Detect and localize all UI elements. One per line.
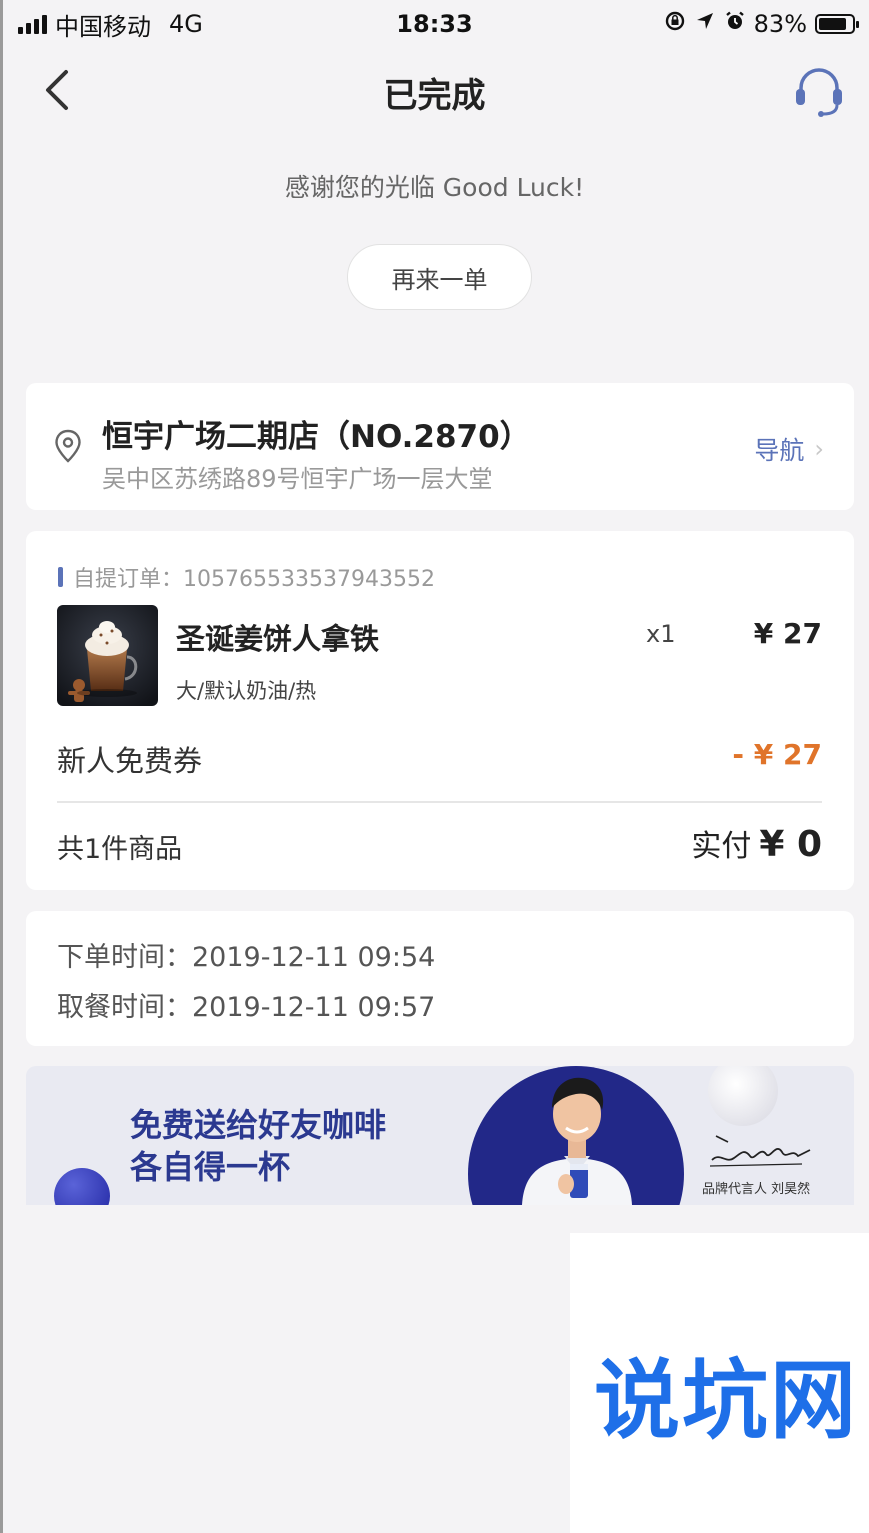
product-spec: 大/默认奶油/热 bbox=[176, 679, 317, 703]
order-card: 自提订单：105765533537943552 圣诞姜饼人拿铁 大/默认奶油/热… bbox=[26, 531, 854, 890]
order-time-label: 下单时间： bbox=[57, 942, 192, 973]
accent-bar bbox=[58, 567, 63, 587]
store-name: 恒宇广场二期店（NO.2870） bbox=[102, 419, 531, 455]
ambassador-photo bbox=[522, 1077, 632, 1205]
page-title: 已完成 bbox=[383, 76, 486, 116]
product-quantity: x1 bbox=[646, 620, 676, 648]
coupon-label: 新人免费券 bbox=[57, 744, 203, 778]
navigate-link[interactable]: 导航 › bbox=[754, 431, 824, 467]
lock-rotation-icon bbox=[664, 10, 686, 38]
coupon-discount: - ¥ 27 bbox=[732, 738, 822, 771]
status-bar: 中国移动 4G 18:33 83% bbox=[0, 0, 869, 48]
location-arrow-icon bbox=[694, 10, 716, 38]
product-price: ¥ 27 bbox=[753, 617, 822, 650]
pickup-time-label: 取餐时间： bbox=[57, 992, 192, 1023]
battery-level bbox=[819, 18, 846, 30]
battery-icon bbox=[815, 14, 859, 34]
reorder-button[interactable]: 再来一单 bbox=[347, 244, 532, 310]
navigate-label: 导航 bbox=[754, 436, 805, 465]
signature-mark bbox=[709, 1135, 811, 1167]
battery-percent: 83% bbox=[753, 10, 807, 38]
promo-banner[interactable]: 免费送给好友咖啡 各自得一杯 品牌代言人 刘昊然 bbox=[26, 1066, 854, 1205]
network-label: 4G bbox=[169, 10, 203, 38]
status-left: 中国移动 4G bbox=[18, 7, 203, 42]
pickup-time-value: 2019-12-11 09:57 bbox=[192, 992, 436, 1023]
decorative-white-ball bbox=[708, 1066, 778, 1126]
product-image bbox=[57, 605, 158, 706]
watermark-text: 说坑网 bbox=[594, 1351, 858, 1451]
time-card: 下单时间：2019-12-11 09:54 取餐时间：2019-12-11 09… bbox=[26, 911, 854, 1046]
ambassador-caption: 品牌代言人 刘昊然 bbox=[702, 1182, 811, 1197]
headset-icon bbox=[796, 68, 842, 117]
item-count: 共1件商品 bbox=[57, 834, 183, 865]
signal-icon bbox=[18, 14, 47, 34]
status-right: 83% bbox=[664, 10, 859, 38]
divider bbox=[57, 801, 822, 803]
order-type-label: 自提订单： bbox=[73, 567, 184, 592]
customer-service-button[interactable] bbox=[793, 64, 845, 118]
decorative-ball bbox=[54, 1168, 110, 1205]
paid-label: 实付 bbox=[691, 829, 752, 864]
carrier-label: 中国移动 bbox=[55, 12, 151, 41]
location-pin-icon bbox=[55, 429, 81, 463]
thanks-message: 感谢您的光临 Good Luck! bbox=[284, 173, 585, 202]
store-card: 恒宇广场二期店（NO.2870） 吴中区苏绣路89号恒宇广场一层大堂 导航 › bbox=[26, 383, 854, 510]
pickup-time-row: 取餐时间：2019-12-11 09:57 bbox=[57, 985, 435, 1024]
screen-edge bbox=[0, 0, 3, 1533]
product-name: 圣诞姜饼人拿铁 bbox=[176, 622, 380, 656]
order-number: 105765533537943552 bbox=[183, 567, 435, 592]
order-number-row: 自提订单：105765533537943552 bbox=[58, 561, 435, 593]
alarm-icon bbox=[724, 10, 746, 38]
nav-bar: 已完成 bbox=[0, 48, 869, 136]
order-time-row: 下单时间：2019-12-11 09:54 bbox=[57, 935, 435, 974]
banner-line-1: 免费送给好友咖啡 bbox=[130, 1106, 387, 1144]
order-time-value: 2019-12-11 09:54 bbox=[192, 942, 436, 973]
store-address: 吴中区苏绣路89号恒宇广场一层大堂 bbox=[102, 465, 493, 493]
banner-line-2: 各自得一杯 bbox=[130, 1148, 291, 1186]
paid-total: 实付 ¥ 0 bbox=[691, 821, 822, 865]
chevron-right-icon: › bbox=[814, 435, 824, 463]
paid-amount: ¥ 0 bbox=[759, 824, 822, 865]
